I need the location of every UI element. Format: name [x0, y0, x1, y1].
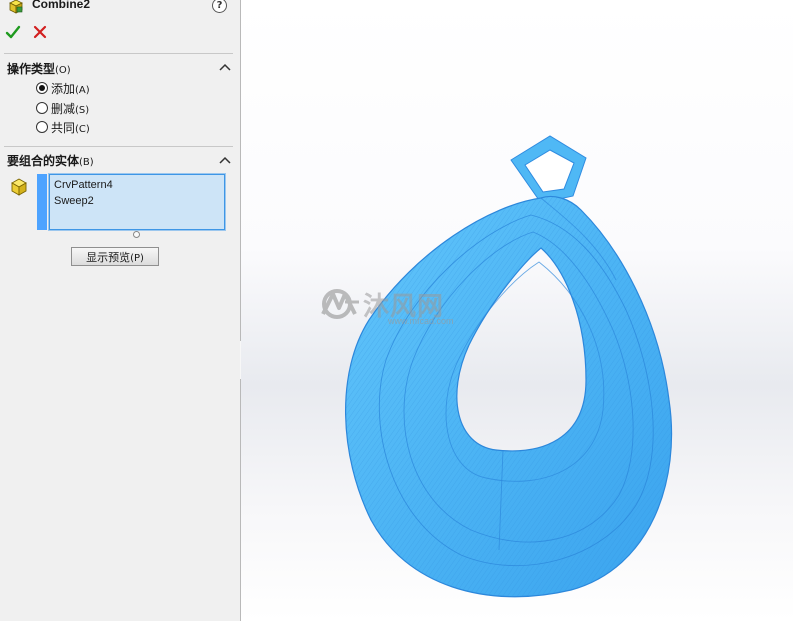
separator — [4, 53, 233, 54]
radio-common-indicator[interactable] — [36, 121, 48, 133]
solid-body-icon — [11, 178, 27, 196]
radio-add-label: 添加(A) — [51, 81, 90, 96]
separator — [4, 146, 233, 147]
feature-title: Combine2 — [32, 0, 91, 11]
radio-add-indicator[interactable] — [36, 82, 48, 94]
operation-group-title: 操作类型(O) — [7, 62, 71, 76]
feature-header: Combine2 ? — [0, 0, 240, 16]
ok-button[interactable] — [5, 24, 21, 40]
radio-common-label: 共同(C) — [51, 120, 90, 135]
close-icon — [33, 25, 47, 39]
radio-subtract[interactable]: 删减(S) — [36, 100, 89, 116]
checkmark-icon — [5, 25, 21, 39]
radio-subtract-indicator[interactable] — [36, 102, 48, 114]
show-preview-button[interactable]: 显示预览(P) — [71, 247, 159, 266]
watermark-url: www.mfcad.com — [388, 316, 454, 326]
radio-subtract-label: 删减(S) — [51, 101, 90, 116]
list-item[interactable]: CrvPattern4 — [50, 177, 224, 193]
collapse-chevron-icon[interactable] — [219, 62, 231, 72]
list-item[interactable]: Sweep2 — [50, 193, 224, 209]
radio-common[interactable]: 共同(C) — [36, 119, 90, 135]
list-resize-handle[interactable] — [133, 231, 140, 238]
watermark-logo-icon — [321, 289, 359, 319]
graphics-viewport[interactable]: 沐风网 www.mfcad.com — [241, 0, 793, 621]
help-icon[interactable]: ? — [212, 0, 227, 13]
combine-feature-icon — [9, 0, 23, 14]
radio-add[interactable]: 添加(A) — [36, 80, 90, 96]
cancel-button[interactable] — [32, 24, 48, 40]
bodies-selection-list[interactable]: CrvPattern4 Sweep2 — [48, 173, 226, 231]
bodies-group-title: 要组合的实体(B) — [7, 154, 94, 168]
selection-marker — [37, 174, 47, 230]
property-manager-panel: Combine2 ? 操作类型(O) 添加(A) 删减(S) 共同(C) 要组合… — [0, 0, 241, 621]
collapse-chevron-icon[interactable] — [219, 155, 231, 165]
